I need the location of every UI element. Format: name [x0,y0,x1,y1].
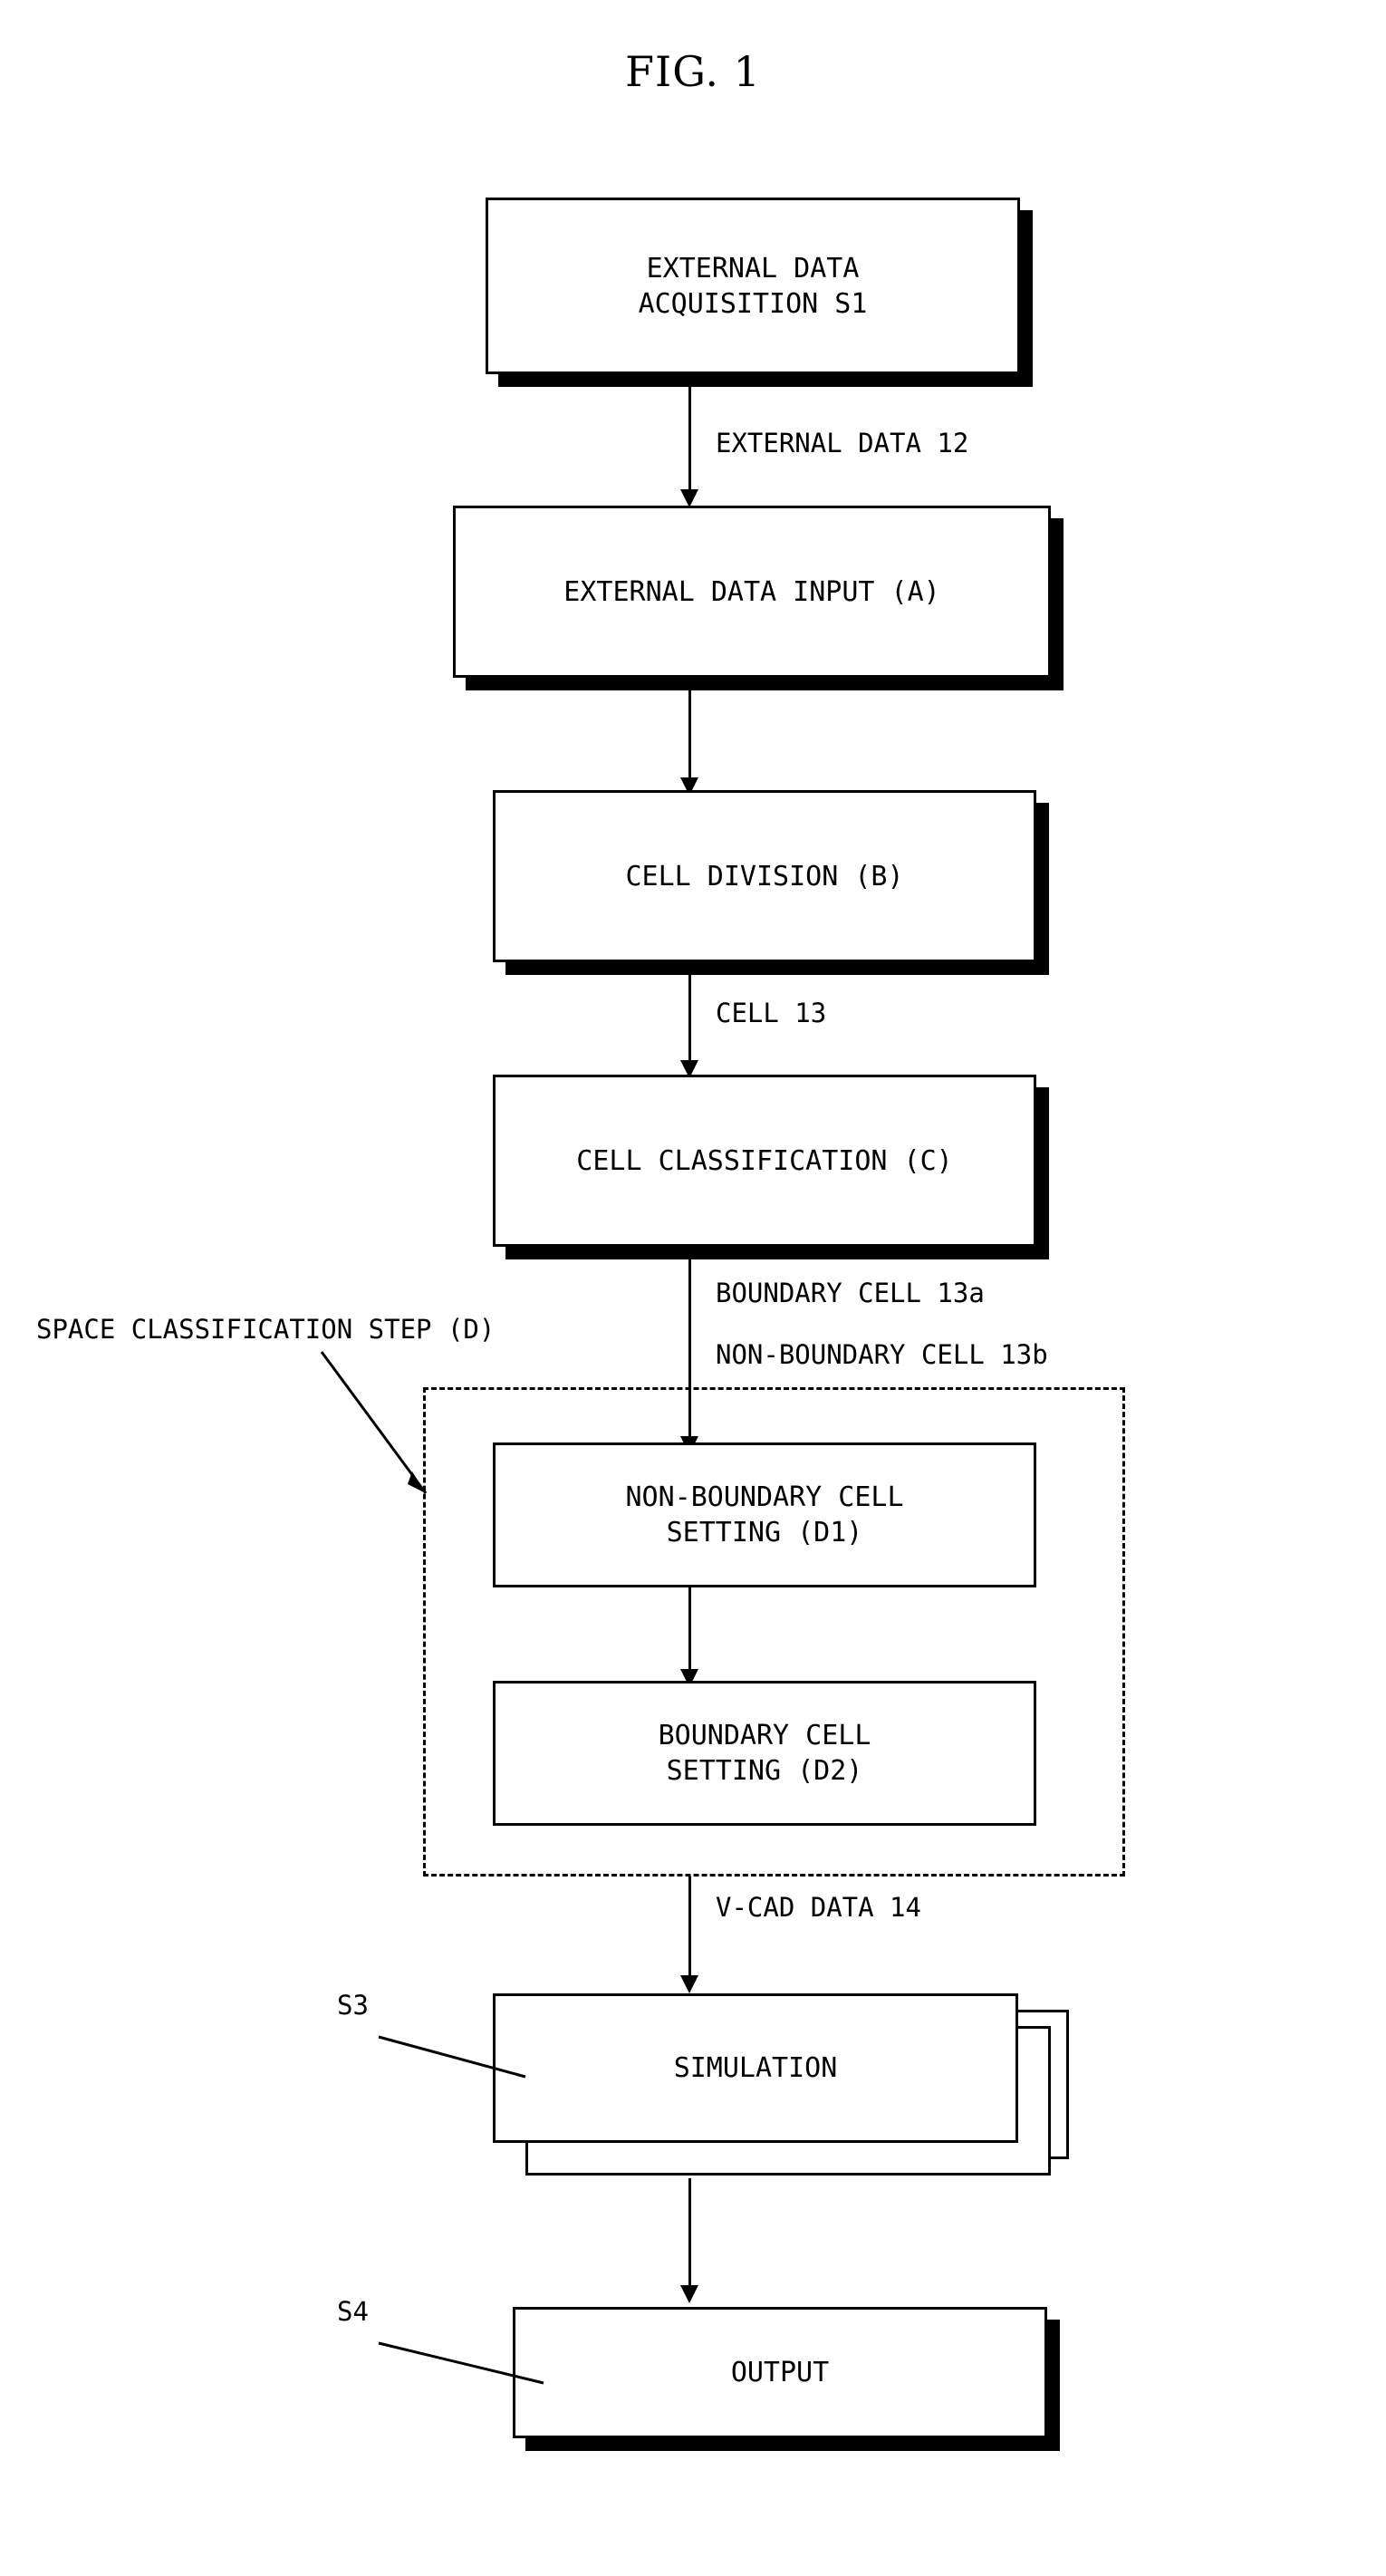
label-cell-13: CELL 13 [716,998,827,1028]
node-external-data-acquisition-line1: EXTERNAL DATA [646,252,860,285]
node-non-boundary-cell-setting-line1: NON-BOUNDARY CELL [625,1481,904,1513]
node-output[interactable]: OUTPUT [513,2307,1047,2438]
connector-a-to-b [688,678,691,783]
node-simulation-line1: SIMULATION [673,2052,838,2084]
node-cell-division-line1: CELL DIVISION (B) [625,860,904,892]
connector-b-to-c [688,962,691,1066]
node-boundary-cell-setting[interactable]: BOUNDARY CELL SETTING (D2) [493,1681,1036,1826]
node-boundary-cell-setting-line2: SETTING (D2) [666,1755,863,1787]
connector-simulation-to-output [688,2178,691,2291]
label-non-boundary-cell-13b: NON-BOUNDARY CELL 13b [716,1339,1048,1370]
leader-space-classification [320,1351,428,1494]
arrowhead-d-to-simulation [680,1975,698,1993]
connector-s1-to-a [688,374,691,495]
arrowhead-s1-to-a [680,489,698,507]
connector-d-to-simulation [688,1877,691,1981]
page-title: FIG. 1 [625,47,761,96]
node-cell-division[interactable]: CELL DIVISION (B) [493,790,1036,962]
label-external-data-12: EXTERNAL DATA 12 [716,428,969,458]
label-s3: S3 [337,1990,369,2021]
label-boundary-cell-13a: BOUNDARY CELL 13a [716,1278,985,1308]
node-external-data-acquisition[interactable]: EXTERNAL DATA ACQUISITION S1 [486,198,1020,374]
node-output-line1: OUTPUT [730,2357,830,2388]
label-vcad-data-14: V-CAD DATA 14 [716,1892,921,1923]
connector-d1-to-d2 [688,1587,691,1674]
connector-c-to-d1 [688,1247,691,1442]
node-non-boundary-cell-setting[interactable]: NON-BOUNDARY CELL SETTING (D1) [493,1442,1036,1587]
label-s4: S4 [337,2296,369,2327]
node-external-data-input[interactable]: EXTERNAL DATA INPUT (A) [453,506,1051,678]
node-simulation[interactable]: SIMULATION [493,1993,1018,2143]
label-space-classification-step: SPACE CLASSIFICATION STEP (D) [36,1314,496,1345]
node-external-data-input-line1: EXTERNAL DATA INPUT (A) [563,575,940,608]
node-cell-classification[interactable]: CELL CLASSIFICATION (C) [493,1075,1036,1247]
node-cell-classification-line1: CELL CLASSIFICATION (C) [576,1144,953,1177]
node-boundary-cell-setting-line1: BOUNDARY CELL [658,1720,871,1751]
node-external-data-acquisition-line2: ACQUISITION S1 [638,287,868,320]
node-non-boundary-cell-setting-line2: SETTING (D1) [666,1517,863,1548]
arrowhead-simulation-to-output [680,2285,698,2303]
